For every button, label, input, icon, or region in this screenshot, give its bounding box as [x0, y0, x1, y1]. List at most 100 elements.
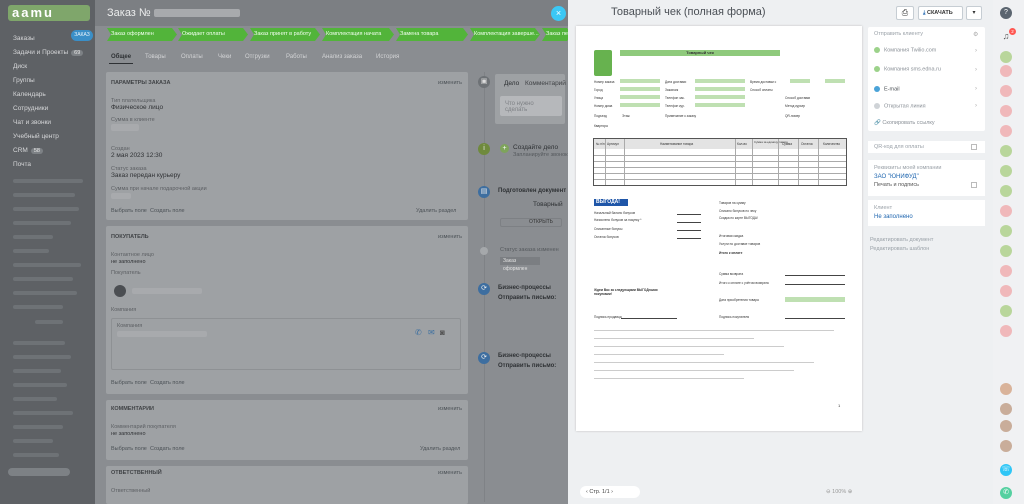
send-channel-openline[interactable]: Открытая линия: [874, 103, 926, 109]
contact-avatar[interactable]: [1000, 125, 1012, 137]
delete-section-link[interactable]: Удалить раздел: [416, 208, 456, 214]
print-sign-checkbox[interactable]: [971, 182, 977, 188]
contact-avatar[interactable]: [1000, 51, 1012, 63]
sidebar-item-blurred[interactable]: [13, 249, 49, 253]
sidebar-item-learning[interactable]: Учебный центр: [13, 133, 59, 140]
tab-payments[interactable]: Оплаты: [181, 54, 203, 60]
gear-icon[interactable]: ⚙: [973, 31, 978, 38]
close-icon[interactable]: ×: [551, 6, 566, 21]
next-page-icon[interactable]: ›: [611, 489, 613, 495]
sidebar-item-blurred[interactable]: [13, 305, 63, 309]
select-field-link[interactable]: Выбрать поле: [111, 208, 147, 214]
chat-icon[interactable]: ◙: [440, 328, 445, 337]
tab-general[interactable]: Общее: [111, 54, 131, 60]
app-logo[interactable]: aamu: [8, 5, 90, 21]
delete-section-link[interactable]: Удалить раздел: [420, 446, 460, 452]
contact-avatar[interactable]: [1000, 225, 1012, 237]
change-link[interactable]: изменить: [438, 406, 462, 412]
tab-history[interactable]: История: [376, 54, 399, 60]
sidebar-item-blurred[interactable]: [13, 411, 73, 415]
phone-icon[interactable]: ✆: [415, 328, 422, 337]
stage-step[interactable]: Ожидает оплаты: [178, 28, 248, 41]
chevron-right-icon[interactable]: ›: [975, 48, 977, 54]
change-link[interactable]: изменить: [438, 80, 462, 86]
timeline-tab-comment[interactable]: Комментарий: [525, 80, 566, 87]
select-field-link[interactable]: Выбрать поле: [111, 446, 147, 452]
doc-link[interactable]: Товарный: [533, 201, 563, 208]
sidebar-item-orders[interactable]: Заказы: [13, 35, 35, 42]
stage-step[interactable]: Комплектация заверше...: [470, 28, 540, 41]
contact-avatar[interactable]: [1000, 383, 1012, 395]
open-button[interactable]: ОТКРЫТЬ: [500, 218, 562, 227]
contact-avatar[interactable]: [1000, 65, 1012, 77]
stage-step[interactable]: Заказ принят в работу: [250, 28, 320, 41]
change-link[interactable]: изменить: [438, 470, 462, 476]
stage-step[interactable]: Замена товара: [396, 28, 468, 41]
sidebar-item-blurred[interactable]: [13, 207, 79, 211]
sidebar-item-blurred[interactable]: [13, 369, 61, 373]
send-channel-sms[interactable]: Компания sms.edna.ru: [874, 66, 941, 72]
contact-avatar[interactable]: [1000, 305, 1012, 317]
create-field-link[interactable]: Создать поле: [150, 446, 185, 452]
sidebar-item-groups[interactable]: Группы: [13, 77, 35, 84]
chevron-right-icon[interactable]: ›: [975, 103, 977, 109]
sidebar-settings-button[interactable]: [8, 468, 70, 476]
orders-badge[interactable]: ЗАКАЗ: [71, 30, 93, 41]
company-card[interactable]: [111, 318, 461, 370]
contact-avatar[interactable]: [1000, 420, 1012, 432]
sidebar-item-blurred[interactable]: [13, 453, 59, 457]
edit-document-link[interactable]: Редактировать документ: [870, 237, 933, 243]
change-link[interactable]: изменить: [438, 234, 462, 240]
sidebar-item-blurred[interactable]: [13, 235, 53, 239]
sidebar-item-disk[interactable]: Диск: [13, 63, 27, 70]
chevron-down-icon[interactable]: ▾: [966, 6, 982, 20]
sidebar-item-blurred[interactable]: [13, 291, 77, 295]
sidebar-item-blurred[interactable]: [13, 341, 65, 345]
tab-shipments[interactable]: Отгрузки: [245, 54, 270, 60]
chevron-right-icon[interactable]: ›: [975, 67, 977, 73]
sidebar-item-employees[interactable]: Сотрудники: [13, 105, 48, 112]
zoom-control[interactable]: ⊖ 100% ⊕: [826, 489, 852, 495]
copy-link[interactable]: 🔗 Скопировать ссылку: [874, 120, 935, 126]
plus-icon[interactable]: +: [500, 144, 509, 153]
sidebar-item-blurred[interactable]: [13, 383, 67, 387]
contact-avatar[interactable]: [1000, 85, 1012, 97]
contact-avatar[interactable]: [1000, 403, 1012, 415]
timeline-add-icon[interactable]: ▣: [478, 76, 490, 88]
sidebar-item-tasks[interactable]: Задачи и Проекты 69: [13, 49, 84, 56]
sidebar-item-blurred[interactable]: [13, 397, 57, 401]
edit-template-link[interactable]: Редактировать шаблон: [870, 246, 929, 252]
select-field-link[interactable]: Выбрать поле: [111, 380, 147, 386]
sidebar-item-blurred[interactable]: [13, 179, 83, 183]
sidebar-item-blurred[interactable]: [13, 439, 53, 443]
create-deal-title[interactable]: Создайте дело: [513, 144, 558, 151]
sidebar-item-blurred[interactable]: [13, 193, 75, 197]
sidebar-item-mail[interactable]: Почта: [13, 161, 31, 168]
create-field-link[interactable]: Создать поле: [150, 208, 185, 214]
send-channel-email[interactable]: E-mail: [874, 86, 900, 92]
contact-avatar[interactable]: [1000, 285, 1012, 297]
mail-icon[interactable]: ✉: [428, 328, 435, 337]
contact-avatar[interactable]: [1000, 165, 1012, 177]
phone-icon[interactable]: ✆: [1000, 487, 1012, 499]
sidebar-item-blurred[interactable]: [13, 263, 81, 267]
sidebar-item-calendar[interactable]: Календарь: [13, 91, 46, 98]
sidebar-item-blurred[interactable]: [13, 355, 71, 359]
contact-avatar[interactable]: [1000, 440, 1012, 452]
contact-avatar[interactable]: [1000, 185, 1012, 197]
contact-avatar[interactable]: [1000, 205, 1012, 217]
tab-analysis[interactable]: Анализ заказа: [322, 54, 362, 60]
chevron-right-icon[interactable]: ›: [975, 86, 977, 92]
call-icon[interactable]: ☏: [1000, 464, 1012, 476]
sidebar-item-blurred[interactable]: [13, 425, 63, 429]
task-input[interactable]: Что нужно сделать: [500, 96, 562, 116]
qr-checkbox[interactable]: [971, 144, 977, 150]
sidebar-item-blurred[interactable]: [13, 277, 73, 281]
printer-icon[interactable]: ⎙: [896, 6, 914, 20]
send-channel-twilio[interactable]: Компания Twilio.com: [874, 47, 936, 53]
page-navigator[interactable]: ‹ Стр. 1/1 ›: [580, 486, 640, 498]
contact-avatar[interactable]: [1000, 245, 1012, 257]
sidebar-item-blurred[interactable]: [13, 221, 71, 225]
buyer-name-blurred[interactable]: [132, 288, 202, 294]
tab-works[interactable]: Работы: [286, 54, 307, 60]
